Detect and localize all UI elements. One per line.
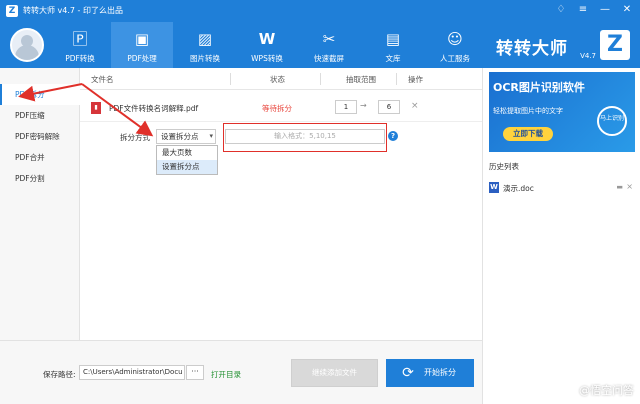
chevron-down-icon: ▾: [209, 132, 213, 140]
save-path-label: 保存路径:: [43, 370, 76, 379]
annotation-highlight-box: [223, 123, 387, 152]
sidebar-item-pdf-unlock[interactable]: PDF密码解除: [0, 126, 80, 147]
split-method-value: 设置拆分点: [161, 132, 199, 141]
sidebar-item-pdf-compress[interactable]: PDF压缩: [0, 105, 80, 126]
pdf-icon: 🄿: [72, 30, 88, 48]
sidebar-item-pdf-divide[interactable]: PDF分割: [0, 168, 80, 189]
scissors-icon: ✂: [322, 30, 336, 48]
watermark: @悟空问答: [579, 384, 634, 397]
start-split-button[interactable]: ⟳ 开始拆分: [386, 359, 474, 387]
help-icon[interactable]: ?: [388, 131, 398, 141]
list-item[interactable]: W 演示.doc ▬ ×: [489, 181, 635, 195]
brand-version: V4.7: [580, 52, 596, 60]
ad-title: OCR图片识别软件: [493, 81, 585, 94]
library-icon: ▤: [385, 30, 401, 48]
history-title: 历史列表: [489, 162, 519, 171]
ad-download-button[interactable]: 立即下载: [503, 127, 553, 141]
dropdown-option-split-points[interactable]: 设置拆分点: [157, 160, 217, 174]
pdf-file-icon: ▮: [91, 102, 101, 114]
save-path-input[interactable]: C:\Users\Administrator\Docu: [79, 365, 185, 380]
table-row[interactable]: ▮ PDF文件转换名词解释.pdf 等待拆分 1 → 6 ×: [80, 90, 482, 122]
title-bar: Z 转转大师 v4.7 - 印了么出品 ♢ ≡ — ✕: [0, 0, 640, 22]
window-title: 转转大师 v4.7 - 印了么出品: [23, 6, 123, 15]
sidebar-item-pdf-split[interactable]: PDF拆分: [0, 84, 80, 105]
header-range: 抽取范围: [346, 75, 376, 84]
nav-image-convert[interactable]: ▨ 图片转换: [174, 22, 236, 68]
header-divider: [396, 73, 397, 85]
range-from-input[interactable]: 1: [335, 100, 357, 114]
window-controls: ♢ ≡ — ✕: [554, 3, 634, 17]
table-header: 文件名 状态 抽取范围 操作: [80, 68, 482, 90]
brand-name: 转转大师: [496, 39, 568, 59]
app-logo-icon: Z: [6, 5, 18, 17]
ocr-ad-banner[interactable]: OCR图片识别软件 轻松提取图片中的文字 立即下载 马上识别: [489, 72, 635, 152]
avatar[interactable]: [10, 28, 44, 62]
split-method-select[interactable]: 设置拆分点 ▾: [156, 129, 216, 144]
nav-wps-convert[interactable]: W WPS转换: [236, 22, 298, 68]
file-name: PDF文件转换名词解释.pdf: [109, 104, 199, 113]
ad-badge: 马上识别: [597, 106, 627, 136]
start-split-label: 开始拆分: [424, 368, 456, 377]
main-panel: 文件名 状态 抽取范围 操作 ▮ PDF文件转换名词解释.pdf 等待拆分 1 …: [80, 68, 482, 340]
pdf-process-icon: ▣: [134, 30, 150, 48]
menu-icon[interactable]: ≡: [576, 3, 590, 17]
wps-icon: W: [258, 30, 276, 48]
nav-library[interactable]: ▤ 文库: [362, 22, 424, 68]
skin-icon[interactable]: ♢: [554, 3, 568, 17]
right-panel: OCR图片识别软件 轻松提取图片中的文字 立即下载 马上识别 历史列表 W 演示…: [482, 68, 640, 404]
nav-label: 快速截屏: [314, 54, 344, 63]
split-method-label: 拆分方式: [120, 133, 150, 142]
header-filename: 文件名: [91, 75, 114, 84]
range-to-input[interactable]: 6: [378, 100, 400, 114]
folder-icon[interactable]: ▬: [616, 183, 623, 191]
top-toolbar: Z 转转大师 v4.7 - 印了么出品 ♢ ≡ — ✕ 🄿 PDF转换 ▣ PD…: [0, 0, 640, 68]
split-method-dropdown: 最大页数 设置拆分点: [156, 145, 218, 175]
nav-screenshot[interactable]: ✂ 快速截屏: [298, 22, 360, 68]
dropdown-option-max-pages[interactable]: 最大页数: [157, 146, 217, 160]
nav-support[interactable]: ☺ 人工服务: [424, 22, 486, 68]
nav-label: PDF处理: [127, 54, 157, 63]
nav-pdf-process[interactable]: ▣ PDF处理: [111, 22, 173, 68]
browse-button[interactable]: ···: [186, 365, 204, 380]
nav-label: PDF转换: [65, 54, 95, 63]
arrow-right-icon: →: [360, 101, 367, 110]
image-icon: ▨: [197, 30, 213, 48]
header-divider: [230, 73, 231, 85]
delete-icon[interactable]: ×: [626, 182, 633, 191]
status-badge: 等待拆分: [262, 104, 292, 113]
minimize-icon[interactable]: —: [598, 3, 612, 17]
history-file-name: 演示.doc: [503, 184, 534, 193]
bottom-bar: 保存路径: C:\Users\Administrator\Docu ··· 打开…: [0, 340, 482, 404]
brand-logo-icon: Z: [600, 30, 630, 60]
nav-label: WPS转换: [251, 54, 283, 63]
header-action: 操作: [408, 75, 423, 84]
nav-label: 图片转换: [190, 54, 220, 63]
ad-subtitle: 轻松提取图片中的文字: [493, 107, 563, 115]
nav-label: 人工服务: [440, 54, 470, 63]
open-directory-link[interactable]: 打开目录: [211, 369, 241, 380]
nav-pdf-convert[interactable]: 🄿 PDF转换: [49, 22, 111, 68]
support-icon: ☺: [447, 30, 463, 48]
continue-add-files-button[interactable]: 继续添加文件: [291, 359, 378, 387]
nav-label: 文库: [385, 54, 401, 63]
header-status: 状态: [270, 75, 285, 84]
delete-icon[interactable]: ×: [411, 101, 419, 111]
close-icon[interactable]: ✕: [620, 3, 634, 17]
brand: 转转大师 V4.7 Z: [496, 30, 630, 64]
sidebar-item-pdf-merge[interactable]: PDF合并: [0, 147, 80, 168]
header-divider: [320, 73, 321, 85]
word-icon: W: [489, 182, 499, 193]
refresh-icon: ⟳: [402, 365, 414, 381]
